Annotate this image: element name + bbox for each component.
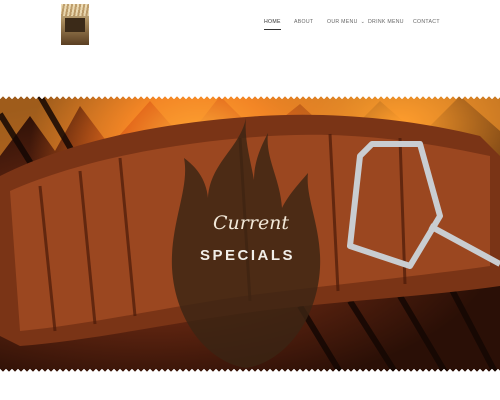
chevron-down-icon: ⌄ bbox=[360, 19, 366, 25]
main-navigation: HOME ABOUT OUR MENU ⌄ DRINK MENU CONTACT bbox=[0, 19, 500, 33]
hero-top-edge bbox=[0, 94, 500, 99]
hero-title: SPECIALS bbox=[200, 247, 296, 264]
nav-drink-menu[interactable]: DRINK MENU bbox=[368, 19, 404, 25]
nav-our-menu[interactable]: OUR MENU ⌄ bbox=[327, 19, 365, 25]
nav-home[interactable]: HOME bbox=[264, 19, 281, 30]
hero-bottom-edge bbox=[0, 369, 500, 374]
flame-icon bbox=[171, 118, 321, 368]
logo-sunburst bbox=[61, 4, 89, 16]
nav-our-menu-label: OUR MENU bbox=[327, 19, 358, 25]
nav-about[interactable]: ABOUT bbox=[294, 19, 313, 25]
nav-contact[interactable]: CONTACT bbox=[413, 19, 440, 25]
hero-script-title: Current bbox=[213, 212, 290, 234]
